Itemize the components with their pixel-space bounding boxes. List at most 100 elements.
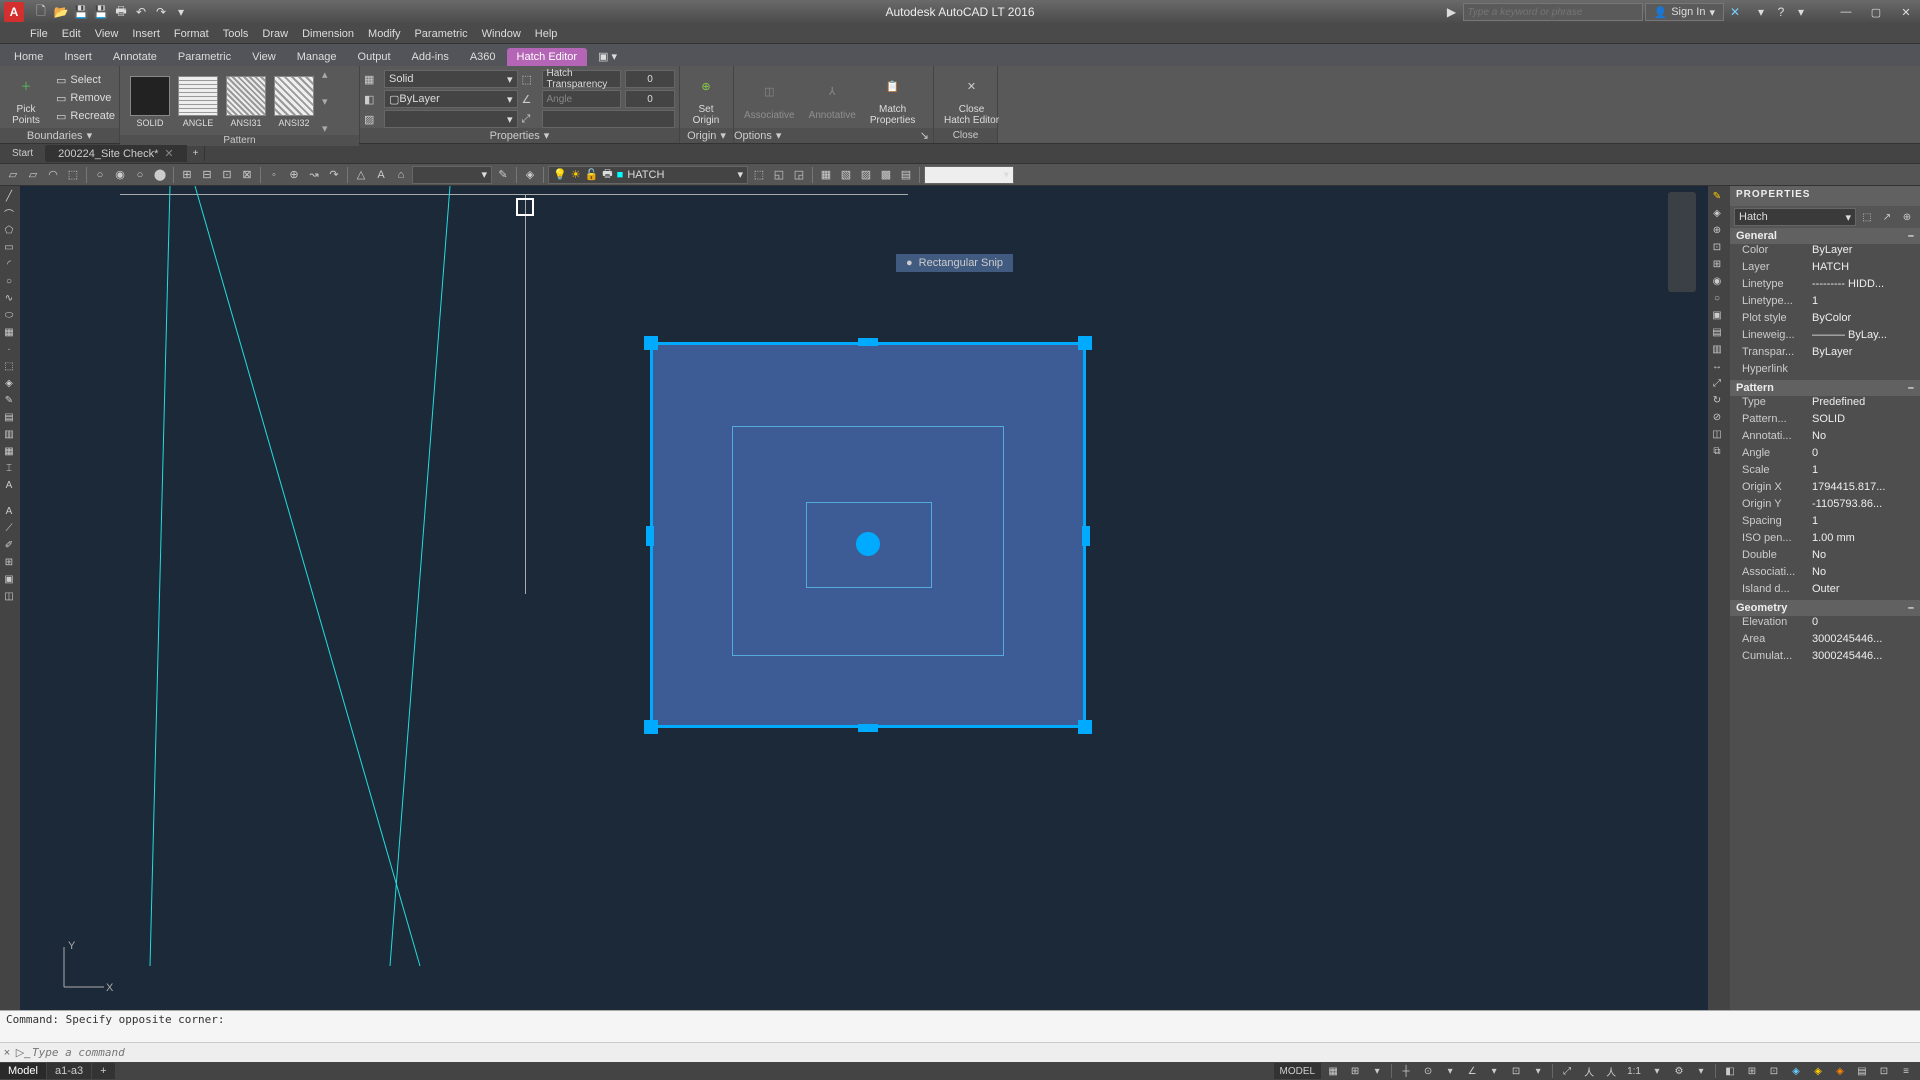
- filetab-new-button[interactable]: +: [187, 146, 206, 161]
- menu-view[interactable]: View: [95, 28, 119, 40]
- select-button[interactable]: ▭Select: [52, 72, 119, 89]
- tb-icon[interactable]: ⊟: [198, 166, 216, 184]
- qat-saveas-icon[interactable]: 💾: [92, 3, 110, 21]
- tb-icon[interactable]: ◈: [521, 166, 539, 184]
- angle-value[interactable]: [625, 90, 675, 108]
- polyline-icon[interactable]: ⌒: [0, 205, 18, 221]
- tb-icon[interactable]: ⬚: [64, 166, 82, 184]
- menu-insert[interactable]: Insert: [132, 28, 160, 40]
- recreate-button[interactable]: ▭Recreate: [52, 108, 119, 125]
- grip-corner[interactable]: [1078, 336, 1092, 350]
- sb-icon[interactable]: ▤: [1852, 1063, 1872, 1079]
- tab-home[interactable]: Home: [4, 48, 53, 66]
- prop-row[interactable]: Origin X1794415.817...: [1730, 481, 1920, 498]
- tb-icon[interactable]: ↷: [325, 166, 343, 184]
- tb-icon[interactable]: ⊕: [285, 166, 303, 184]
- polygon-icon[interactable]: ⬠: [0, 222, 18, 238]
- rtool-icon[interactable]: ◉: [1708, 273, 1726, 289]
- filetab-start[interactable]: Start: [0, 146, 46, 161]
- prop-row[interactable]: DoubleNo: [1730, 549, 1920, 566]
- set-origin-button[interactable]: ⊕ Set Origin: [684, 68, 728, 128]
- signin-button[interactable]: 👤Sign In▾: [1645, 3, 1724, 21]
- rtool-icon[interactable]: ○: [1708, 290, 1726, 306]
- prop-row[interactable]: Spacing1: [1730, 515, 1920, 532]
- menu-window[interactable]: Window: [482, 28, 521, 40]
- tb-icon[interactable]: ◉: [111, 166, 129, 184]
- qat-dropdown-icon[interactable]: ▾: [172, 3, 190, 21]
- prop-row[interactable]: Origin Y-1105793.86...: [1730, 498, 1920, 515]
- menu-edit[interactable]: Edit: [62, 28, 81, 40]
- prop-row[interactable]: ISO pen...1.00 mm: [1730, 532, 1920, 549]
- prop-row[interactable]: TypePredefined: [1730, 396, 1920, 413]
- menu-file[interactable]: File: [30, 28, 48, 40]
- menu-format[interactable]: Format: [174, 28, 209, 40]
- tb-icon[interactable]: ✎: [494, 166, 512, 184]
- layer-dropdown[interactable]: 💡 ☀ 🔓 🖶 ■ HATCH ▾: [548, 166, 748, 184]
- filetab-document[interactable]: 200224_Site Check*✕: [46, 145, 187, 162]
- line-icon[interactable]: ╱: [0, 188, 18, 204]
- close-hatch-editor-button[interactable]: ✕ Close Hatch Editor: [938, 68, 1005, 128]
- tab-close-icon[interactable]: ✕: [164, 147, 173, 160]
- chevron-down-icon[interactable]: ▾: [87, 129, 93, 142]
- cmd-close-icon[interactable]: ×: [0, 1047, 14, 1059]
- tb-icon[interactable]: ↝: [305, 166, 323, 184]
- help-icon[interactable]: ?: [1772, 3, 1790, 21]
- prop-section-header[interactable]: Geometry–: [1730, 600, 1920, 616]
- prop-row[interactable]: Annotati...No: [1730, 430, 1920, 447]
- tb-icon[interactable]: ⬚: [750, 166, 768, 184]
- sb-icon[interactable]: ⊞: [1345, 1063, 1365, 1079]
- grip-corner[interactable]: [1078, 720, 1092, 734]
- grid-icon[interactable]: ▦: [1323, 1063, 1343, 1079]
- menu-modify[interactable]: Modify: [368, 28, 400, 40]
- tb-icon[interactable]: ⬤: [151, 166, 169, 184]
- rtool-icon[interactable]: ⤢: [1708, 375, 1726, 391]
- qat-print-icon[interactable]: 🖶: [112, 3, 130, 21]
- scale-slider[interactable]: [542, 110, 676, 128]
- command-input[interactable]: [32, 1046, 1920, 1059]
- prop-row[interactable]: Transpar...ByLayer: [1730, 346, 1920, 363]
- dialog-launcher-icon[interactable]: ↘: [920, 129, 929, 142]
- grip-corner[interactable]: [644, 336, 658, 350]
- tb-icon[interactable]: ▨: [857, 166, 875, 184]
- grip-mid[interactable]: [1082, 526, 1090, 546]
- tb-icon[interactable]: ◦: [265, 166, 283, 184]
- tb-icon[interactable]: ⊞: [178, 166, 196, 184]
- mtext-icon[interactable]: A: [0, 503, 18, 519]
- sb-dd-icon[interactable]: ▾: [1484, 1063, 1504, 1079]
- rtool-icon[interactable]: ▣: [1708, 307, 1726, 323]
- prop-section-header[interactable]: General–: [1730, 228, 1920, 244]
- prop-row[interactable]: Linetype...1: [1730, 295, 1920, 312]
- sb-icon[interactable]: 人: [1579, 1063, 1599, 1079]
- close-button[interactable]: ✕: [1892, 3, 1920, 21]
- sb-dd-icon[interactable]: ▾: [1440, 1063, 1460, 1079]
- rectangle-icon[interactable]: ▭: [0, 239, 18, 255]
- grip-mid[interactable]: [858, 724, 878, 732]
- prop-row[interactable]: Pattern...SOLID: [1730, 413, 1920, 430]
- sb-dd-icon[interactable]: ▾: [1647, 1063, 1667, 1079]
- tb-icon[interactable]: ▱: [4, 166, 22, 184]
- chevron-down-icon[interactable]: ▾: [720, 129, 726, 142]
- minimize-button[interactable]: —: [1832, 3, 1860, 21]
- point-icon[interactable]: ·: [0, 341, 18, 357]
- prop-row[interactable]: Plot styleByColor: [1730, 312, 1920, 329]
- rtool-icon[interactable]: ⊕: [1708, 222, 1726, 238]
- tb-icon[interactable]: ▩: [877, 166, 895, 184]
- tool-icon[interactable]: ✐: [0, 537, 18, 553]
- pick-points-button[interactable]: ＋ Pick Points: [4, 68, 48, 128]
- tool-icon[interactable]: ✎: [0, 392, 18, 408]
- transparency-field[interactable]: Hatch Transparency: [542, 70, 622, 88]
- help-dd-icon[interactable]: ▾: [1792, 3, 1810, 21]
- tool-icon[interactable]: ⟋: [0, 520, 18, 536]
- tb-icon[interactable]: ○: [91, 166, 109, 184]
- qat-open-icon[interactable]: 📂: [52, 3, 70, 21]
- hatch-type-dropdown[interactable]: Solid▾: [384, 70, 518, 88]
- sb-icon[interactable]: ⊡: [1764, 1063, 1784, 1079]
- tb-icon[interactable]: △: [352, 166, 370, 184]
- qat-redo-icon[interactable]: ↷: [152, 3, 170, 21]
- gear-icon[interactable]: ⚙: [1669, 1063, 1689, 1079]
- app-menu-icon[interactable]: ▾: [1752, 3, 1770, 21]
- tb-icon[interactable]: ⌂: [392, 166, 410, 184]
- rtool-icon[interactable]: ◫: [1708, 426, 1726, 442]
- sb-icon[interactable]: ┼: [1396, 1063, 1416, 1079]
- drawing-canvas[interactable]: ●Rectangular Snip YX: [20, 186, 1708, 1010]
